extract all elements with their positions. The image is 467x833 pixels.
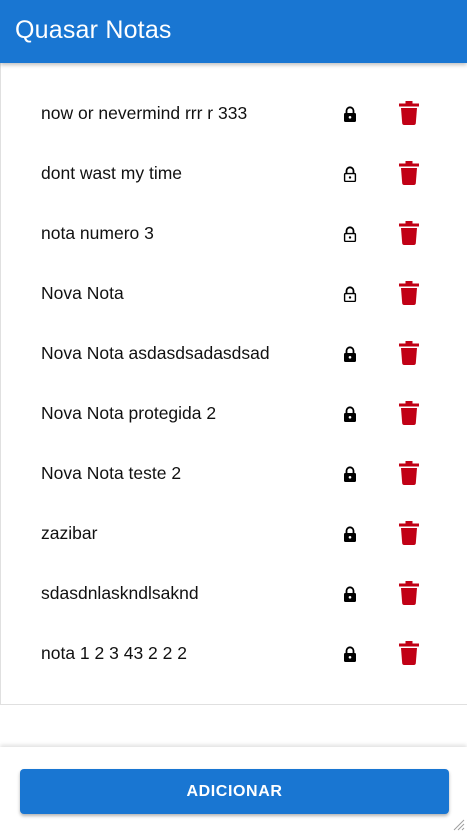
trash-icon[interactable] <box>397 100 421 126</box>
lock-icon[interactable] <box>341 105 359 123</box>
note-item[interactable]: nota 1 2 3 43 2 2 2 <box>1 624 467 684</box>
footer: ADICIONAR <box>0 747 467 833</box>
lock-icon[interactable] <box>341 345 359 363</box>
trash-icon[interactable] <box>397 400 421 426</box>
lock-icon[interactable] <box>341 405 359 423</box>
note-item[interactable]: nota numero 3 <box>1 204 467 264</box>
notes-list-container: now or nevermind rrr r 333 dont wast my t… <box>0 63 467 705</box>
lock-open-icon[interactable] <box>341 165 359 183</box>
lock-icon[interactable] <box>341 465 359 483</box>
lock-open-icon[interactable] <box>341 285 359 303</box>
resize-grip-icon[interactable] <box>451 817 465 831</box>
note-title: zazibar <box>41 523 98 543</box>
page-title: Quasar Notas <box>15 16 172 44</box>
note-title: Nova Nota <box>41 283 124 303</box>
trash-icon[interactable] <box>397 640 421 666</box>
note-title: Nova Nota teste 2 <box>41 463 182 483</box>
note-title: sdasdnlaskndlsaknd <box>41 583 199 603</box>
add-note-button[interactable]: ADICIONAR <box>20 769 449 814</box>
note-item[interactable]: Nova Nota protegida 2 <box>1 384 467 444</box>
note-item[interactable]: now or nevermind rrr r 333 <box>1 84 467 144</box>
trash-icon[interactable] <box>397 460 421 486</box>
note-item[interactable]: dont wast my time <box>1 144 467 204</box>
lock-icon[interactable] <box>341 645 359 663</box>
note-item[interactable]: Nova Nota asdasdsadasdsad <box>1 324 467 384</box>
lock-icon[interactable] <box>341 525 359 543</box>
lock-open-icon[interactable] <box>341 225 359 243</box>
trash-icon[interactable] <box>397 520 421 546</box>
note-title: Nova Nota asdasdsadasdsad <box>41 343 270 363</box>
trash-icon[interactable] <box>397 220 421 246</box>
note-title: nota 1 2 3 43 2 2 2 <box>41 643 187 663</box>
note-title: Nova Nota protegida 2 <box>41 403 217 423</box>
notes-list: now or nevermind rrr r 333 dont wast my t… <box>1 63 467 684</box>
app-header: Quasar Notas <box>0 0 467 63</box>
lock-icon[interactable] <box>341 585 359 603</box>
note-item[interactable]: sdasdnlaskndlsaknd <box>1 564 467 624</box>
note-title: nota numero 3 <box>41 223 154 243</box>
note-item[interactable]: Nova Nota teste 2 <box>1 444 467 504</box>
note-title: dont wast my time <box>41 163 183 183</box>
app-window: Quasar Notas now or nevermind rrr r 333 d… <box>0 0 467 833</box>
note-item[interactable]: zazibar <box>1 504 467 564</box>
note-title: now or nevermind rrr r 333 <box>41 103 248 123</box>
trash-icon[interactable] <box>397 280 421 306</box>
note-item[interactable]: Nova Nota <box>1 264 467 324</box>
trash-icon[interactable] <box>397 340 421 366</box>
trash-icon[interactable] <box>397 580 421 606</box>
trash-icon[interactable] <box>397 160 421 186</box>
